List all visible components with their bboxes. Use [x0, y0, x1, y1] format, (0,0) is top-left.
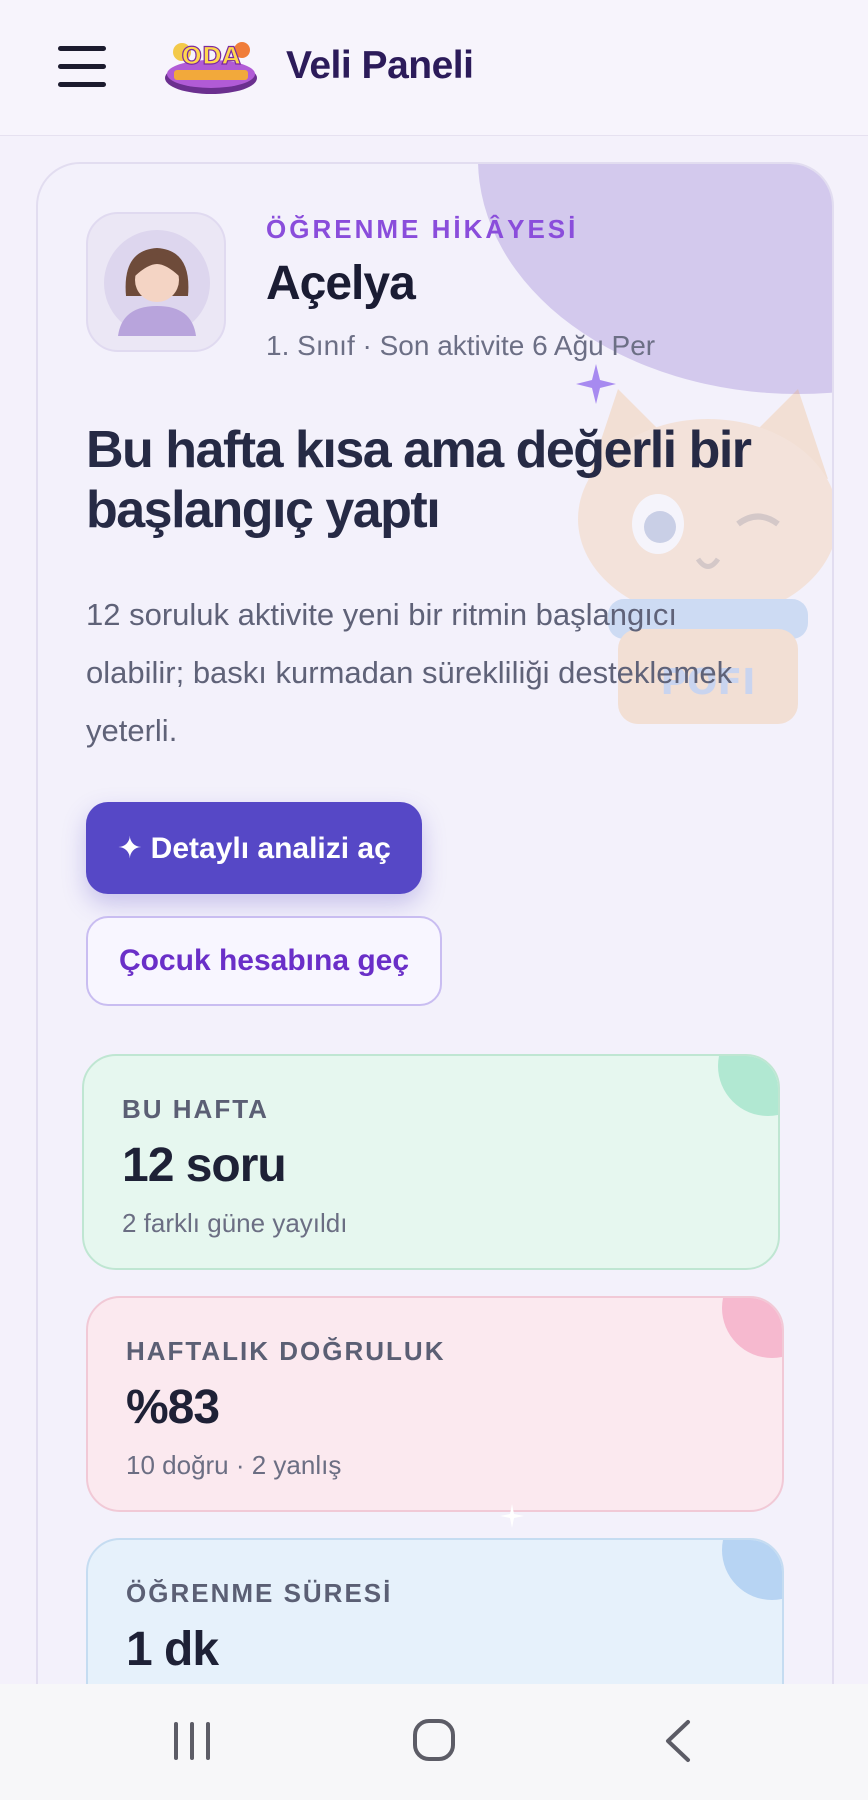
oda-logo: ODA — [165, 41, 257, 94]
open-detailed-analysis-button[interactable]: ✦ Detaylı analizi aç — [86, 802, 422, 894]
home-icon[interactable] — [412, 1716, 456, 1764]
switch-to-child-account-button[interactable]: Çocuk hesabına geç — [86, 916, 442, 1006]
stat-value: %83 — [126, 1381, 220, 1434]
page-title: Veli Paneli — [286, 44, 474, 87]
sparkle-icon — [576, 364, 616, 404]
app-root: ODA Veli Paneli POFI ÖĞRENME HİKÂYESİ Aç… — [0, 0, 868, 1800]
avatar — [86, 212, 226, 352]
story-headline: Bu hafta kısa ama değerli bir başlangıç … — [86, 421, 752, 539]
recent-apps-icon[interactable] — [170, 1720, 214, 1762]
stat-label: BU HAFTA — [122, 1094, 269, 1124]
section-eyebrow: ÖĞRENME HİKÂYESİ — [266, 214, 579, 244]
stat-card-week: BU HAFTA 12 soru 2 farklı güne yayıldı — [82, 1054, 780, 1270]
child-avatar-icon — [104, 230, 210, 336]
stat-value: 12 soru — [122, 1139, 287, 1192]
system-navigation-bar — [0, 1684, 868, 1800]
story-description: 12 soruluk aktivite yeni bir ritmin başl… — [86, 597, 733, 748]
card-corner-decoration — [718, 1056, 778, 1116]
stat-sub: 10 doğru · 2 yanlış — [126, 1450, 342, 1480]
stat-value: 1 dk — [126, 1623, 219, 1676]
sparkle-icon — [500, 1504, 524, 1528]
stat-card-accuracy: HAFTALIK DOĞRULUK %83 10 doğru · 2 yanlı… — [86, 1296, 784, 1512]
child-name: Açelya — [266, 257, 416, 310]
card-corner-decoration — [722, 1540, 782, 1600]
learning-story-card: POFI ÖĞRENME HİKÂYESİ Açelya 1. Sınıf · … — [36, 162, 834, 1800]
top-app-bar: ODA Veli Paneli — [0, 0, 868, 136]
stat-sub: 2 farklı güne yayıldı — [122, 1208, 348, 1238]
svg-text:ODA: ODA — [182, 42, 241, 70]
stat-label: ÖĞRENME SÜRESİ — [126, 1578, 393, 1608]
child-meta: 1. Sınıf · Son aktivite 6 Ağu Per — [266, 330, 656, 361]
hamburger-menu-icon[interactable] — [58, 46, 108, 88]
back-icon[interactable] — [660, 1718, 694, 1764]
card-corner-decoration — [722, 1298, 782, 1358]
stat-label: HAFTALIK DOĞRULUK — [126, 1336, 446, 1366]
